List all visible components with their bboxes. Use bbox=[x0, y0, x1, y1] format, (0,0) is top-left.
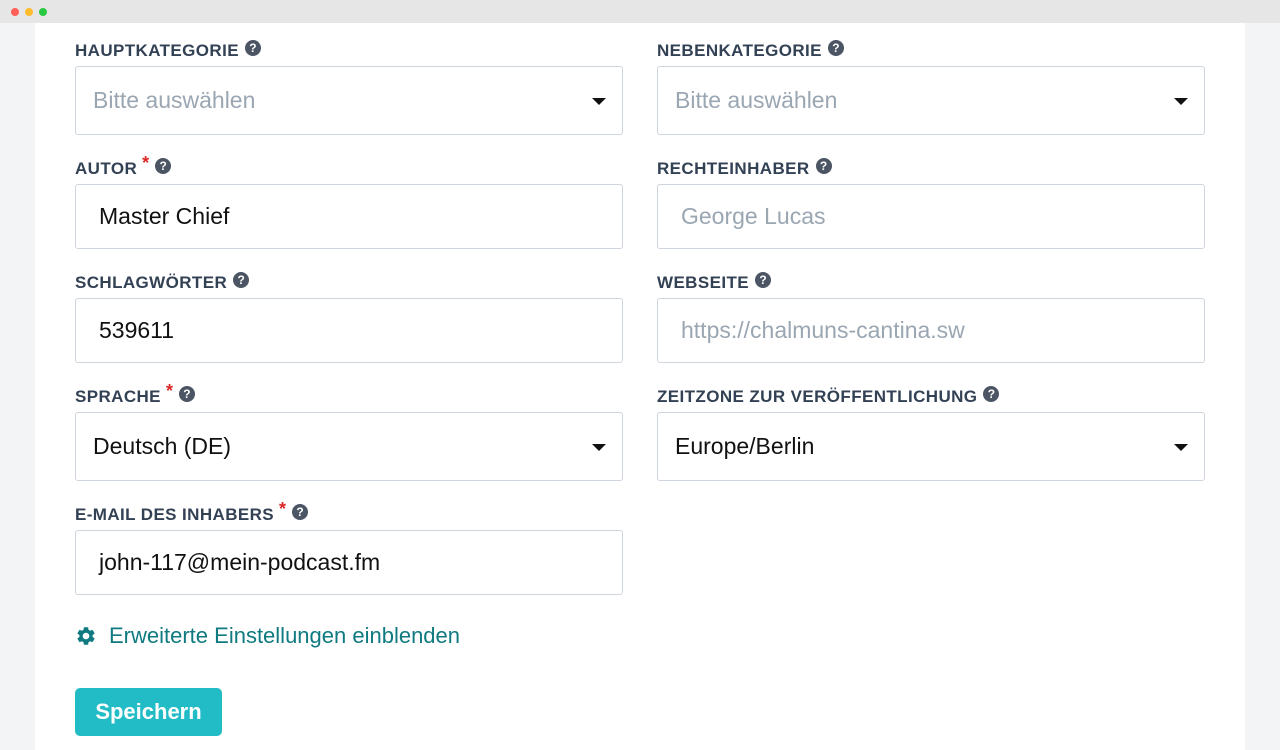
help-icon[interactable]: ? bbox=[292, 504, 309, 520]
help-icon[interactable]: ? bbox=[983, 386, 1000, 402]
main-category-select[interactable]: Bitte auswählen bbox=[75, 66, 623, 135]
chevron-down-icon bbox=[592, 443, 606, 451]
help-icon[interactable]: ? bbox=[233, 272, 250, 288]
maximize-window-button[interactable] bbox=[39, 8, 47, 16]
main-category-placeholder: Bitte auswählen bbox=[93, 87, 256, 113]
main-category-label: HAUPTKATEGORIE bbox=[75, 41, 239, 60]
help-icon[interactable]: ? bbox=[827, 40, 844, 56]
required-marker: * bbox=[142, 152, 150, 173]
rights-holder-placeholder: George Lucas bbox=[681, 203, 826, 229]
chevron-down-icon bbox=[1174, 443, 1188, 451]
timezone-select[interactable]: Europe/Berlin bbox=[657, 412, 1205, 481]
author-input[interactable]: Master Chief bbox=[75, 184, 623, 249]
sub-category-select[interactable]: Bitte auswählen bbox=[657, 66, 1205, 135]
language-select[interactable]: Deutsch (DE) bbox=[75, 412, 623, 481]
owner-email-input[interactable]: john-117@mein-podcast.fm bbox=[75, 530, 623, 595]
website-label: WEBSEITE bbox=[657, 273, 749, 292]
rights-holder-label: RECHTEINHABER bbox=[657, 159, 810, 178]
advanced-settings-toggle[interactable]: Erweiterte Einstellungen einblenden bbox=[75, 623, 460, 649]
keywords-input[interactable]: 539611 bbox=[75, 298, 623, 363]
website-input[interactable]: https://chalmuns-cantina.sw bbox=[657, 298, 1205, 363]
language-label: SPRACHE bbox=[75, 387, 161, 406]
timezone-selected-value: Europe/Berlin bbox=[675, 433, 815, 459]
save-button[interactable]: Speichern bbox=[75, 688, 222, 736]
required-marker: * bbox=[279, 498, 287, 519]
gear-icon bbox=[77, 627, 95, 645]
advanced-settings-label: Erweiterte Einstellungen einblenden bbox=[109, 623, 461, 648]
help-icon[interactable]: ? bbox=[755, 272, 771, 288]
timezone-label: ZEITZONE ZUR VERÖFFENTLICHUNG bbox=[657, 387, 978, 406]
settings-form-panel: HAUPTKATEGORIE ? Bitte auswählen NEBENKA… bbox=[35, 23, 1245, 750]
author-label: AUTOR bbox=[75, 159, 138, 178]
keywords-label: SCHLAGWÖRTER bbox=[75, 273, 228, 292]
close-window-button[interactable] bbox=[11, 8, 19, 16]
author-input-value: Master Chief bbox=[99, 203, 230, 229]
minimize-window-button[interactable] bbox=[25, 8, 33, 16]
rights-holder-input[interactable]: George Lucas bbox=[657, 184, 1205, 249]
owner-email-label: E-MAIL DES INHABERS bbox=[75, 505, 275, 524]
language-selected-value: Deutsch (DE) bbox=[93, 433, 232, 459]
keywords-input-value: 539611 bbox=[99, 317, 175, 343]
help-icon[interactable]: ? bbox=[155, 158, 172, 174]
help-icon[interactable]: ? bbox=[244, 40, 261, 56]
required-marker: * bbox=[165, 380, 173, 401]
chevron-down-icon bbox=[592, 97, 606, 105]
sub-category-label: NEBENKATEGORIE bbox=[657, 41, 822, 60]
sub-category-placeholder: Bitte auswählen bbox=[675, 87, 838, 113]
help-icon[interactable]: ? bbox=[815, 158, 832, 174]
chevron-down-icon bbox=[1174, 97, 1188, 105]
website-placeholder: https://chalmuns-cantina.sw bbox=[681, 317, 965, 343]
help-icon[interactable]: ? bbox=[178, 386, 195, 402]
owner-email-input-value: john-117@mein-podcast.fm bbox=[99, 549, 381, 575]
window-titlebar bbox=[0, 0, 1280, 23]
